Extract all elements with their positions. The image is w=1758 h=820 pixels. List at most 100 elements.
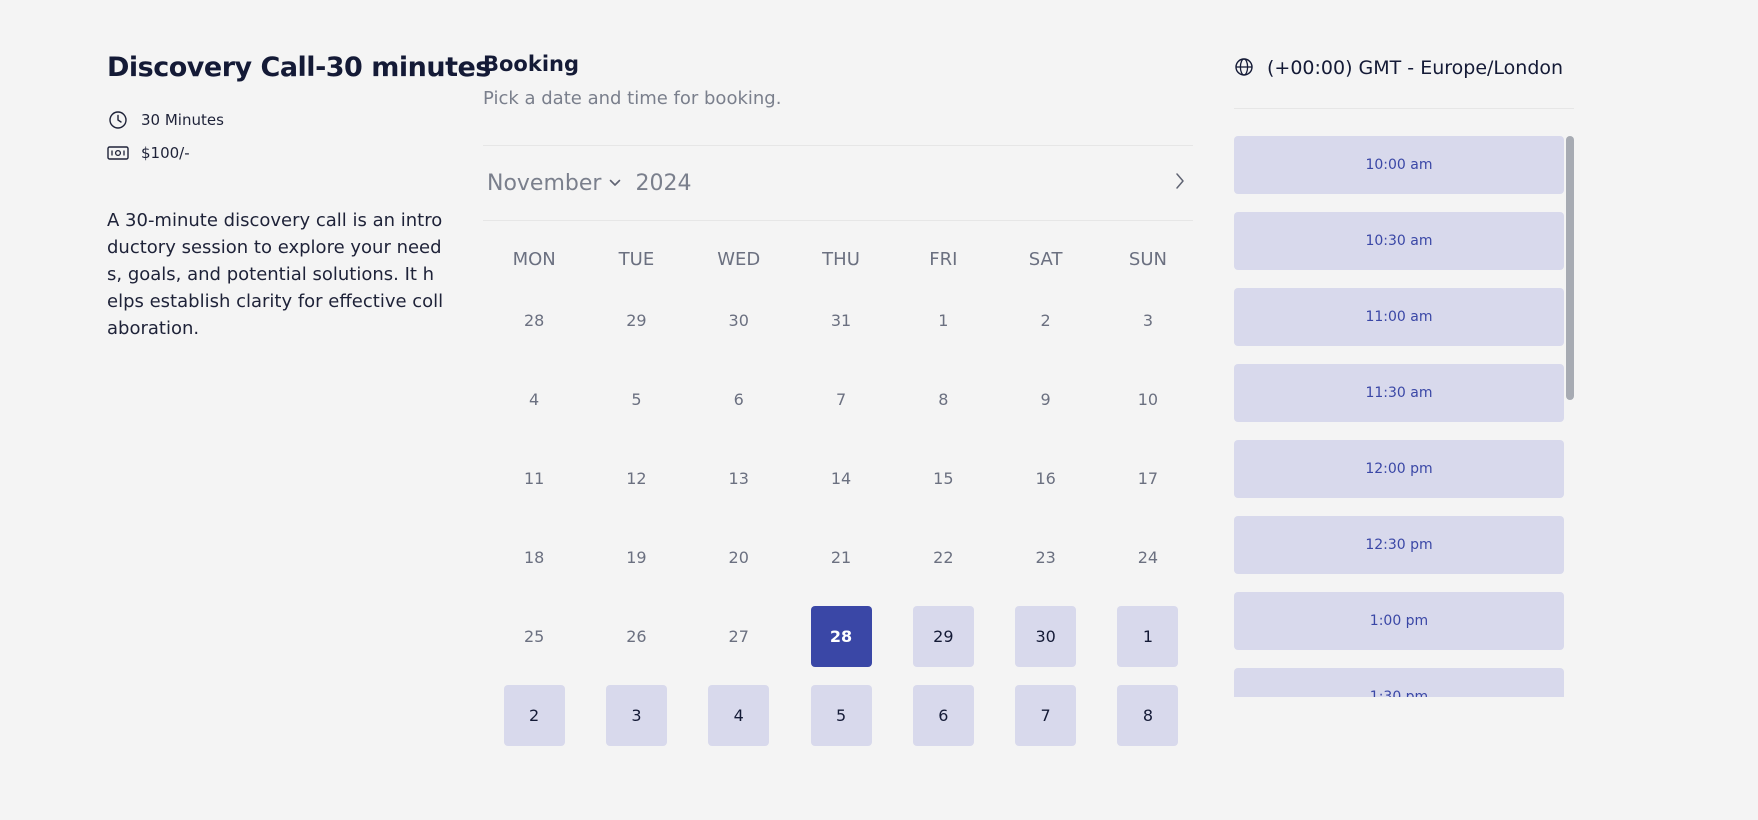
calendar-day[interactable]: 7 <box>994 676 1096 755</box>
calendar-day[interactable]: 1 <box>1097 597 1199 676</box>
calendar-day[interactable]: 2 <box>483 676 585 755</box>
calendar-day[interactable]: 30 <box>994 597 1096 676</box>
calendar-day: 15 <box>892 439 994 518</box>
calendar-day: 22 <box>892 518 994 597</box>
day-number: 1 <box>1117 606 1179 667</box>
day-number: 29 <box>626 311 647 330</box>
day-number: 12 <box>626 469 647 488</box>
calendar-day: 23 <box>994 518 1096 597</box>
time-slot-button[interactable]: 1:30 pm <box>1234 668 1564 697</box>
time-slot-button[interactable]: 11:00 am <box>1234 288 1564 346</box>
time-slot-button[interactable]: 10:30 am <box>1234 212 1564 270</box>
calendar-day: 4 <box>483 360 585 439</box>
weekday-label: WED <box>717 249 761 270</box>
calendar-day[interactable]: 3 <box>585 676 687 755</box>
day-number: 18 <box>523 548 545 567</box>
calendar-day: 10 <box>1097 360 1199 439</box>
time-slot-button[interactable]: 11:30 am <box>1234 364 1564 422</box>
price-row: $100/- <box>107 136 447 169</box>
booking-title: Booking <box>483 52 580 76</box>
calendar-day-selected[interactable]: 28 <box>790 597 892 676</box>
day-number: 5 <box>810 685 872 746</box>
time-slot-button[interactable]: 12:00 pm <box>1234 440 1564 498</box>
calendar-day: 9 <box>994 360 1096 439</box>
calendar-day[interactable]: 8 <box>1097 676 1199 755</box>
chevron-right-icon <box>1175 172 1185 194</box>
timezone-label: (+00:00) GMT - Europe/London <box>1267 57 1564 79</box>
day-number: 15 <box>933 469 954 488</box>
calendar-day[interactable]: 29 <box>892 597 994 676</box>
calendar-day: 21 <box>790 518 892 597</box>
day-number: 10 <box>1137 390 1159 409</box>
money-icon <box>107 142 129 164</box>
chevron-down-icon <box>609 179 621 187</box>
day-number: 11 <box>523 469 545 488</box>
day-number: 7 <box>835 390 847 409</box>
calendar-day: 28 <box>483 281 585 360</box>
booking-subtitle: Pick a date and time for booking. <box>483 88 782 109</box>
weekday-label: MON <box>512 249 556 270</box>
day-number: 3 <box>1142 311 1154 330</box>
year-label[interactable]: 2024 <box>635 171 691 196</box>
day-number: 28 <box>810 606 872 667</box>
calendar-day: 30 <box>688 281 790 360</box>
time-slot-button[interactable]: 10:00 am <box>1234 136 1564 194</box>
day-number: 23 <box>1035 548 1056 567</box>
day-number: 1 <box>938 311 949 330</box>
weekday-label: THU <box>822 249 860 270</box>
calendar-day[interactable]: 6 <box>892 676 994 755</box>
price-label: $100/- <box>141 143 190 162</box>
month-label: November <box>487 170 602 196</box>
time-slot-button[interactable]: 1:00 pm <box>1234 592 1564 650</box>
day-number: 2 <box>503 685 565 746</box>
calendar-day: 12 <box>585 439 687 518</box>
calendar-day: 20 <box>688 518 790 597</box>
calendar-day: 31 <box>790 281 892 360</box>
calendar-day: 7 <box>790 360 892 439</box>
day-number: 2 <box>1040 311 1051 330</box>
day-number: 8 <box>1117 685 1179 746</box>
day-number: 6 <box>912 685 974 746</box>
day-number: 7 <box>1015 685 1077 746</box>
day-number: 16 <box>1035 469 1056 488</box>
calendar-day: 1 <box>892 281 994 360</box>
month-dropdown[interactable]: November <box>487 171 635 196</box>
day-number: 19 <box>626 548 647 567</box>
event-description: A 30-minute discovery call is an introdu… <box>107 210 444 339</box>
month-navigation: November 2024 <box>483 146 1193 221</box>
weekday-label: SAT <box>1028 249 1063 270</box>
weekday-label: FRI <box>929 249 958 270</box>
calendar-day: 16 <box>994 439 1096 518</box>
globe-icon <box>1234 57 1256 79</box>
time-slot-list: 10:00 am 10:30 am 11:00 am 11:30 am 12:00 pm… <box>1234 136 1574 697</box>
calendar-day: 17 <box>1097 439 1199 518</box>
timezone-selector[interactable]: (+00:00) GMT - Europe/London <box>1234 52 1574 84</box>
day-number: 21 <box>830 548 852 567</box>
calendar-day: 25 <box>483 597 585 676</box>
calendar-day[interactable]: 5 <box>790 676 892 755</box>
day-number: 4 <box>708 685 770 746</box>
calendar-day: 19 <box>585 518 687 597</box>
calendar-day: 8 <box>892 360 994 439</box>
calendar-day: 6 <box>688 360 790 439</box>
day-grid: 28 29 30 31 1 2 3 4 5 6 7 8 9 10 11 12 13 14 15 16 17 18 19 20 2… <box>483 281 1193 755</box>
calendar-day: 26 <box>585 597 687 676</box>
weekday-label: TUE <box>618 249 655 270</box>
day-number: 31 <box>830 311 852 330</box>
day-number: 22 <box>933 548 954 567</box>
day-number: 17 <box>1137 469 1159 488</box>
calendar-day: 24 <box>1097 518 1199 597</box>
next-month-button[interactable] <box>1167 170 1193 196</box>
day-number: 14 <box>830 469 852 488</box>
event-details: Discovery Call-30 minutes 30 Minutes $10… <box>107 52 491 342</box>
day-number: 20 <box>728 548 749 567</box>
calendar-day[interactable]: 4 <box>688 676 790 755</box>
day-number: 6 <box>733 390 744 409</box>
day-number: 30 <box>1015 606 1077 667</box>
calendar-day: 2 <box>994 281 1096 360</box>
calendar-day: 5 <box>585 360 687 439</box>
booking-page: Discovery Call-30 minutes 30 Minutes $10… <box>0 0 1758 820</box>
day-number: 13 <box>728 469 749 488</box>
time-slot-button[interactable]: 12:30 pm <box>1234 516 1564 574</box>
scrollbar[interactable] <box>1566 136 1574 400</box>
